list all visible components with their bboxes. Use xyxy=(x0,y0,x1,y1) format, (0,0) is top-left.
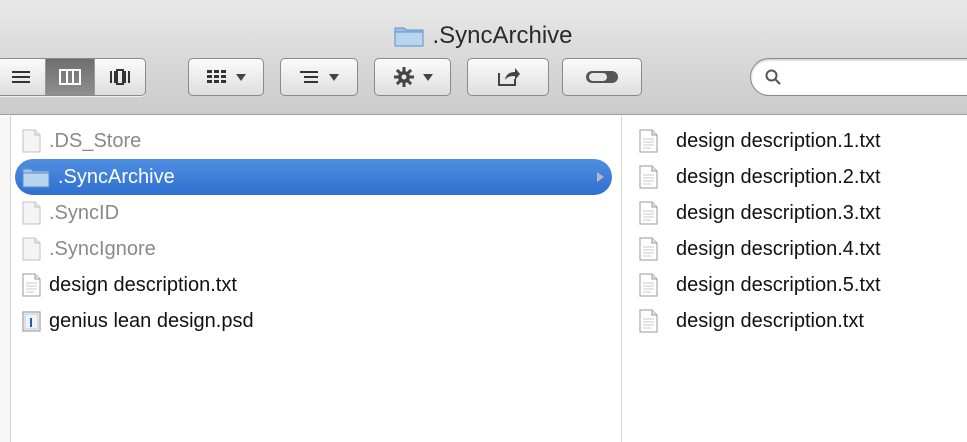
column-view-button[interactable] xyxy=(46,59,95,95)
arrange-button[interactable] xyxy=(188,58,264,96)
item-name: design description.2.txt xyxy=(676,165,881,188)
sort-lines-icon xyxy=(300,71,318,83)
item-name: .SyncID xyxy=(49,201,120,224)
item-name: .SyncIgnore xyxy=(49,237,156,260)
toggle-button[interactable] xyxy=(562,58,642,96)
folder-icon xyxy=(394,27,424,47)
chevron-down-icon xyxy=(236,73,246,81)
search-input[interactable] xyxy=(789,68,959,86)
list-view-button[interactable] xyxy=(0,59,46,95)
window-title: .SyncArchive xyxy=(0,18,967,54)
search-field[interactable] xyxy=(750,58,967,96)
chevron-down-icon xyxy=(329,73,339,81)
column-view-icon xyxy=(59,69,81,85)
chevron-down-icon xyxy=(422,73,433,81)
cover-flow-button[interactable] xyxy=(95,59,144,95)
list-item[interactable]: genius lean design.psd xyxy=(22,303,612,339)
item-name: .SyncArchive xyxy=(58,165,175,188)
sort-button[interactable] xyxy=(280,58,358,96)
list-item[interactable]: .SyncIgnore xyxy=(22,231,612,267)
item-name: design description.3.txt xyxy=(676,201,881,224)
list-item[interactable]: design description.3.txt xyxy=(639,195,959,231)
item-name: design description.1.txt xyxy=(676,129,881,152)
action-button[interactable] xyxy=(374,58,451,96)
list-item-selected[interactable]: .SyncArchive xyxy=(15,159,612,195)
view-mode-control xyxy=(0,58,146,96)
document-icon xyxy=(22,237,41,261)
list-item[interactable]: design description.4.txt xyxy=(639,231,959,267)
document-icon xyxy=(639,309,658,333)
list-item[interactable]: .DS_Store xyxy=(22,123,612,159)
list-item[interactable]: design description.5.txt xyxy=(639,267,959,303)
item-name: design description.txt xyxy=(676,309,864,332)
document-icon xyxy=(22,129,41,153)
document-icon xyxy=(639,273,658,297)
item-name: design description.4.txt xyxy=(676,237,881,260)
disclosure-arrow-icon xyxy=(597,172,604,182)
left-column: .DS_Store .SyncArchive .SyncID .SyncIgno… xyxy=(0,116,622,442)
list-view-icon xyxy=(12,71,30,83)
toolbar xyxy=(0,58,967,100)
gear-icon xyxy=(393,67,414,87)
right-column: design description.1.txt design descript… xyxy=(623,116,967,442)
share-icon xyxy=(498,68,520,86)
psd-file-icon xyxy=(22,311,41,332)
title-toolbar-bar: .SyncArchive xyxy=(0,0,967,115)
item-name: .DS_Store xyxy=(49,129,142,152)
document-icon xyxy=(639,129,658,153)
list-item[interactable]: .SyncID xyxy=(22,195,612,231)
folder-icon xyxy=(22,168,50,188)
document-icon xyxy=(639,237,658,261)
item-name: design description.5.txt xyxy=(676,273,881,296)
finder-window: .SyncArchive .DS_Store .SyncArchive .Syn… xyxy=(0,0,967,442)
arrange-grid-icon xyxy=(207,70,226,83)
list-item[interactable]: design description.1.txt xyxy=(639,123,959,159)
item-name: design description.txt xyxy=(49,273,237,296)
list-item[interactable]: design description.txt xyxy=(639,303,959,339)
document-icon xyxy=(22,273,41,297)
list-item[interactable]: design description.txt xyxy=(22,267,612,303)
document-icon xyxy=(639,165,658,189)
window-title-text: .SyncArchive xyxy=(432,22,573,49)
item-name: genius lean design.psd xyxy=(49,309,254,332)
document-icon xyxy=(22,201,41,225)
share-button[interactable] xyxy=(467,58,549,96)
search-icon xyxy=(765,69,781,85)
toggle-pill-icon xyxy=(586,71,618,83)
list-item[interactable]: design description.2.txt xyxy=(639,159,959,195)
cover-flow-icon xyxy=(109,69,130,85)
document-icon xyxy=(639,201,658,225)
